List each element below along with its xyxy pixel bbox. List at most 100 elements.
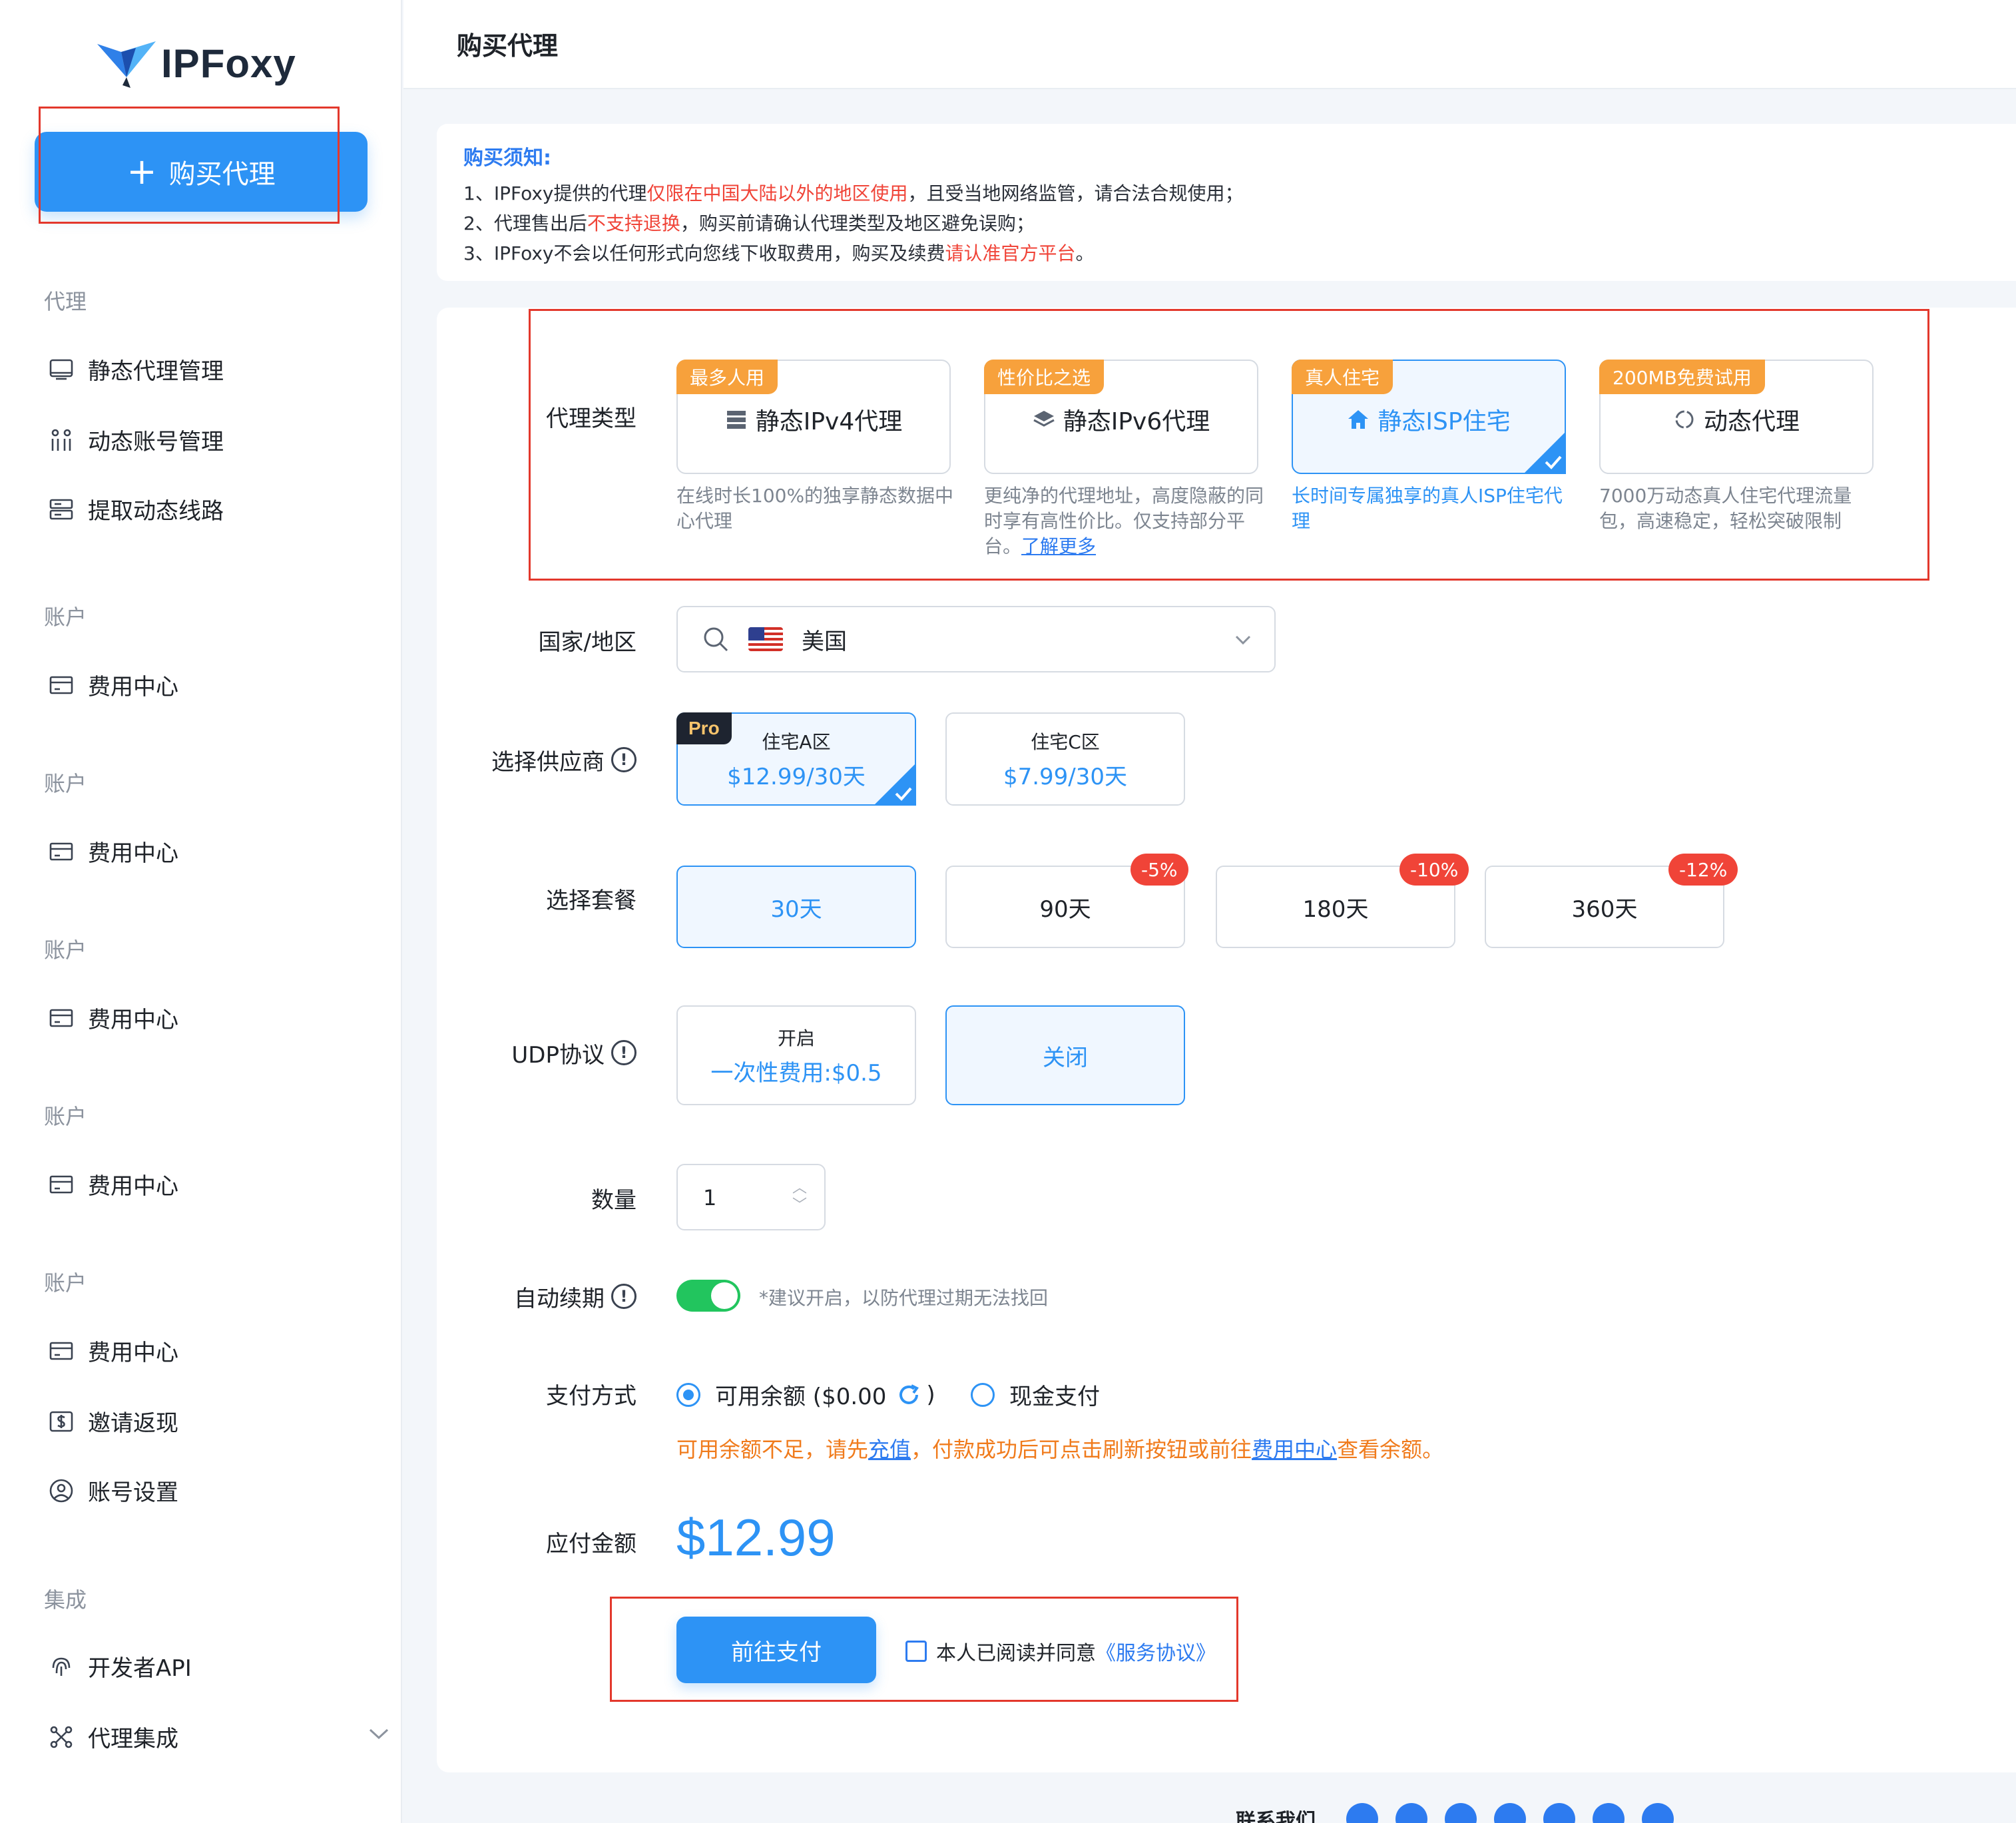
sidebar-item-dynamic-account[interactable]: 动态账号管理 — [47, 423, 224, 456]
nav-section-account: 账户 — [44, 937, 87, 963]
radio-unselected — [971, 1382, 995, 1407]
x-icon[interactable] — [1494, 1803, 1526, 1823]
notice-text: ，购买前请确认代理类型及地区避免误购； — [680, 212, 1035, 234]
balance-text: 可用余额 ($0.00 — [715, 1384, 887, 1410]
mail-icon[interactable] — [1445, 1803, 1477, 1823]
refresh-icon — [1675, 410, 1694, 429]
quantity-stepper[interactable]: 1 ︿ ﹀ — [676, 1164, 826, 1230]
provider-price: $12.99/30天 — [727, 763, 866, 790]
refresh-icon[interactable] — [895, 1382, 922, 1408]
chevron-up-icon[interactable]: ︿ — [792, 1180, 807, 1197]
chevron-down-icon[interactable] — [368, 1726, 390, 1744]
linkedin-icon[interactable] — [1395, 1803, 1427, 1823]
fox-logo-icon — [95, 37, 158, 89]
auto-renew-label: 自动续期! — [437, 1280, 636, 1313]
sidebar-item-label: 费用中心 — [88, 1340, 178, 1366]
proxy-type-ipv6[interactable]: 性价比之选 静态IPv6代理 — [984, 360, 1258, 474]
proxy-type-ipv4[interactable]: 最多人用 静态IPv4代理 — [676, 360, 951, 474]
check-icon — [874, 763, 916, 806]
udp-option-price: 一次性费用:$0.5 — [710, 1059, 882, 1087]
notice-text: 。 — [1075, 242, 1095, 264]
info-icon[interactable]: ! — [611, 1040, 636, 1065]
discount-badge: -5% — [1131, 854, 1188, 886]
pro-badge: Pro — [676, 712, 732, 744]
sidebar-item-billing[interactable]: 费用中心 — [47, 1001, 178, 1034]
provider-name: 住宅A区 — [762, 730, 831, 753]
pay-button[interactable]: 前往支付 — [676, 1617, 876, 1683]
type-name: 静态IPv6代理 — [985, 402, 1257, 437]
home-icon — [1348, 410, 1369, 429]
proxy-type-dynamic[interactable]: 200MB免费试用 动态代理 — [1599, 360, 1874, 474]
service-agreement-link[interactable]: 《服务协议》 — [1096, 1637, 1216, 1666]
sidebar-item-label: 费用中心 — [88, 1007, 178, 1033]
telegram-icon[interactable] — [1346, 1803, 1378, 1823]
info-icon[interactable]: ! — [611, 1284, 636, 1309]
sidebar-item-extract-lines[interactable]: 提取动态线路 — [47, 493, 224, 525]
facebook-icon[interactable] — [1543, 1803, 1575, 1823]
nav-section-account: 账户 — [44, 1104, 87, 1129]
stepper-arrows[interactable]: ︿ ﹀ — [792, 1180, 807, 1214]
provider-price: $7.99/30天 — [1003, 763, 1128, 790]
search-icon — [704, 627, 728, 652]
instagram-icon[interactable] — [1593, 1803, 1625, 1823]
sidebar-item-static-proxy[interactable]: 静态代理管理 — [47, 353, 224, 386]
sidebar-item-proxy-integration[interactable]: 代理集成 — [47, 1720, 178, 1753]
country-value: 美国 — [802, 628, 847, 655]
sidebar-item-account-settings[interactable]: 账号设置 — [47, 1474, 178, 1507]
highlight-box — [39, 107, 340, 224]
brand-name: IPFoxy — [161, 41, 296, 86]
warning-text: 可用余额不足，请先 — [676, 1437, 869, 1462]
country-select[interactable]: 美国 — [676, 606, 1276, 672]
type-name: 静态IPv4代理 — [678, 402, 949, 437]
payment-label: 支付方式 — [546, 1382, 636, 1410]
sidebar-item-billing[interactable]: 费用中心 — [47, 1334, 178, 1367]
warning-text: ，付款成功后可点击刷新按钮或前往 — [911, 1437, 1252, 1462]
udp-off[interactable]: 关闭 — [945, 1005, 1185, 1105]
brand-logo[interactable]: IPFoxy — [95, 37, 296, 89]
wallet-icon — [47, 1003, 76, 1033]
auto-renew-toggle[interactable] — [676, 1280, 740, 1312]
sidebar-item-label: 提取动态线路 — [88, 498, 224, 525]
wallet-icon — [47, 1170, 76, 1199]
proxy-type-label: 代理类型 — [546, 405, 636, 432]
type-name-text: 静态ISP住宅 — [1378, 408, 1511, 435]
layers-icon — [1033, 411, 1055, 427]
recharge-link[interactable]: 充值 — [868, 1437, 911, 1462]
notice-line-3: 3、IPFoxy不会以任何形式向您线下收取费用，购买及续费请认准官方平台。 — [463, 238, 2008, 268]
country-label: 国家/地区 — [538, 629, 636, 656]
server-icon — [726, 411, 746, 429]
users-icon — [47, 425, 76, 455]
billing-center-link[interactable]: 费用中心 — [1252, 1437, 1337, 1462]
chevron-down-icon[interactable]: ﹀ — [792, 1197, 807, 1214]
provider-a[interactable]: Pro 住宅A区 $12.99/30天 — [676, 712, 916, 806]
package-label-text: 90天 — [1039, 896, 1091, 923]
provider-c[interactable]: 住宅C区 $7.99/30天 — [945, 712, 1185, 806]
sidebar-item-billing[interactable]: 费用中心 — [47, 835, 178, 868]
type-badge: 最多人用 — [676, 360, 778, 394]
payment-balance[interactable]: 可用余额 ($0.00 ) — [676, 1378, 935, 1411]
sidebar-item-label: 账号设置 — [88, 1479, 178, 1506]
user-circle-icon — [47, 1476, 76, 1505]
udp-on[interactable]: 开启 一次性费用:$0.5 — [676, 1005, 916, 1105]
sidebar-item-billing[interactable]: 费用中心 — [47, 668, 178, 701]
learn-more-link[interactable]: 了解更多 — [1021, 535, 1096, 557]
sidebar-item-label: 邀请返现 — [88, 1410, 178, 1437]
sidebar-item-billing[interactable]: 费用中心 — [47, 1168, 178, 1200]
wallet-icon — [47, 1336, 76, 1366]
agree-checkbox[interactable] — [905, 1641, 927, 1662]
page-title: 购买代理 — [457, 31, 559, 61]
package-30[interactable]: 30天 — [676, 866, 916, 948]
wallet-icon — [47, 670, 76, 700]
discord-icon[interactable] — [1642, 1803, 1674, 1823]
agree-text: 本人已阅读并同意 — [936, 1642, 1096, 1665]
sidebar-item-referral[interactable]: 邀请返现 — [47, 1405, 178, 1437]
info-icon[interactable]: ! — [611, 747, 636, 772]
purchase-notice: 购买须知: 1、IPFoxy提供的代理仅限在中国大陆以外的地区使用，且受当地网络… — [437, 124, 2016, 281]
payment-cash[interactable]: 现金支付 — [971, 1378, 1100, 1411]
proxy-type-isp[interactable]: 真人住宅 静态ISP住宅 — [1292, 360, 1566, 474]
notice-highlight: 请认准官方平台 — [945, 242, 1076, 264]
nav-section-account: 账户 — [44, 605, 87, 630]
sidebar-item-developer-api[interactable]: 开发者API — [47, 1650, 192, 1683]
notice-title: 购买须知: — [463, 146, 551, 170]
contact-footer: 联系我们 — [1236, 1803, 1691, 1823]
